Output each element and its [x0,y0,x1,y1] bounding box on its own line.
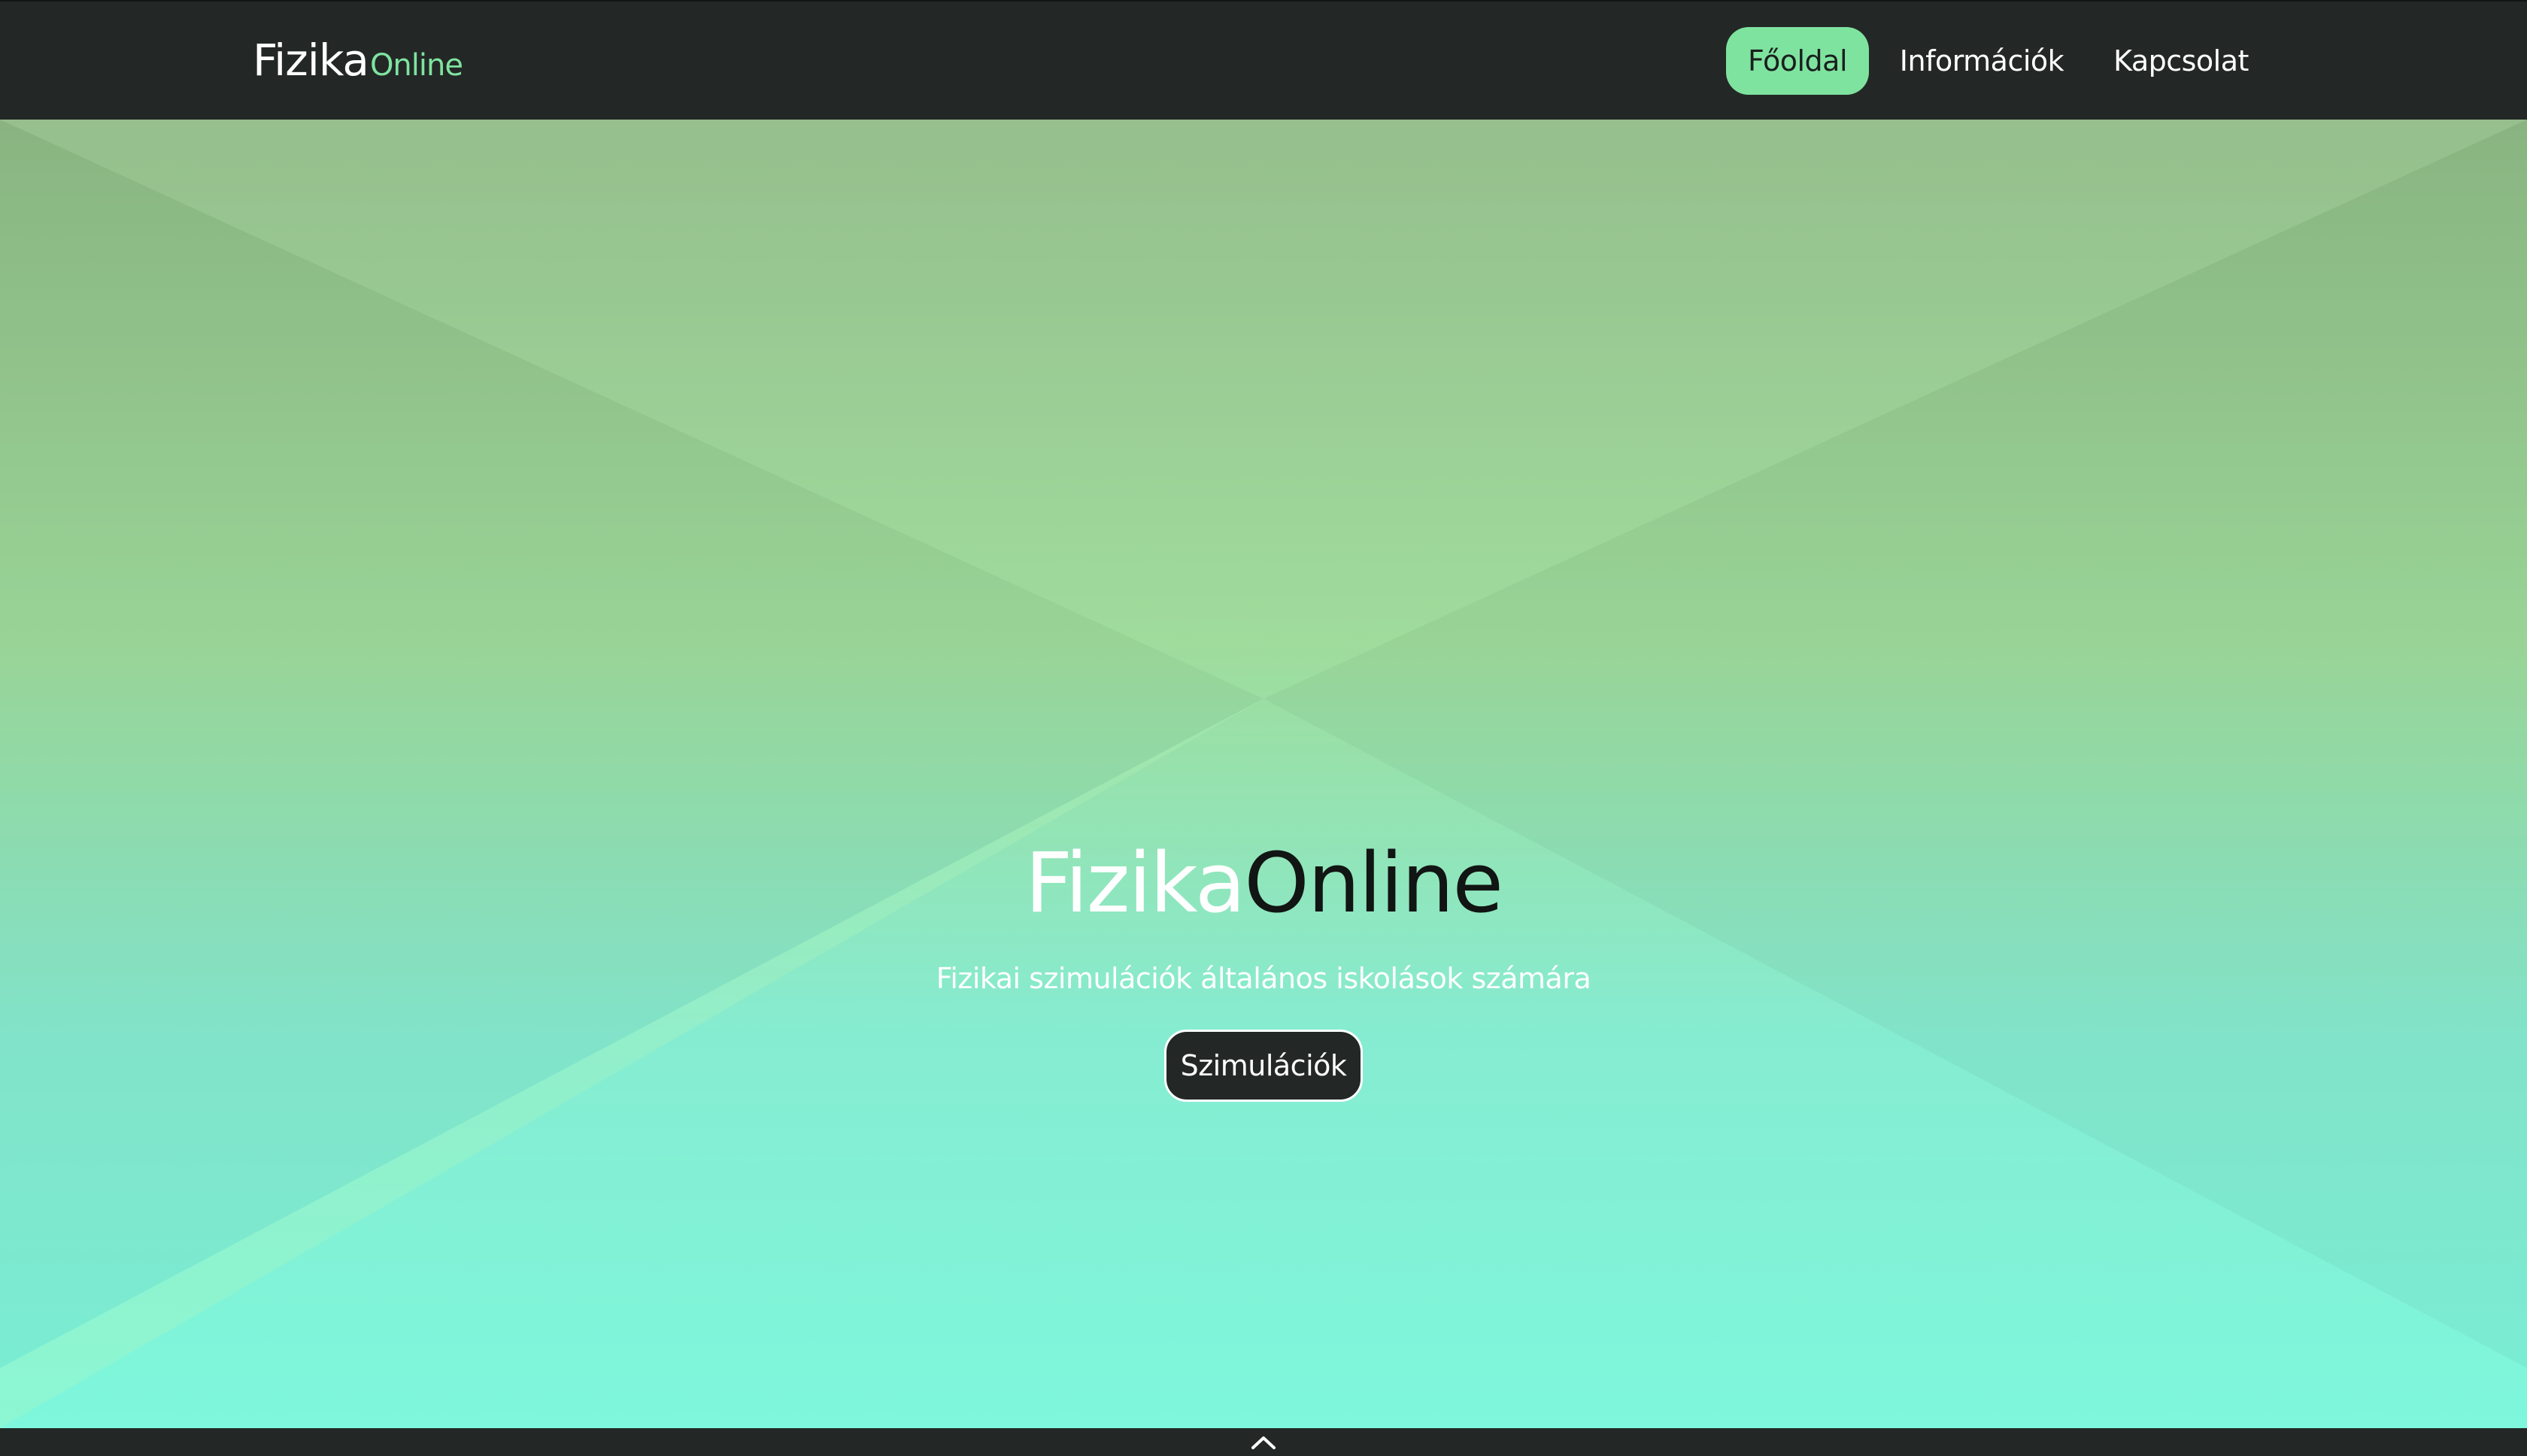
top-navbar: Fizika Online Főoldal Információk Kapcso… [0,0,2527,120]
brand-name-main: Fizika [253,35,369,86]
chevron-up-icon[interactable] [1248,1433,1279,1452]
hero-title-part1: Fizika [1024,835,1245,931]
nav-item-kapcsolat[interactable]: Kapcsolat [2106,27,2256,95]
nav-item-fooldal[interactable]: Főoldal [1726,27,1869,95]
brand-logo-link[interactable]: Fizika Online [253,35,463,87]
hero-section: FizikaOnline Fizikai szimulációk általán… [0,120,2527,1428]
nav-item-informaciok[interactable]: Információk [1895,27,2068,95]
hero-subtitle: Fizikai szimulációk általános iskolások … [936,962,1591,995]
hero-title-part2: Online [1244,835,1503,931]
hero-background-pattern [0,120,2527,1428]
hero-title: FizikaOnline [0,827,2527,939]
brand-name-accent: Online [369,48,463,83]
bottom-bar [0,1428,2527,1456]
simulations-button[interactable]: Szimulációk [1164,1030,1363,1102]
